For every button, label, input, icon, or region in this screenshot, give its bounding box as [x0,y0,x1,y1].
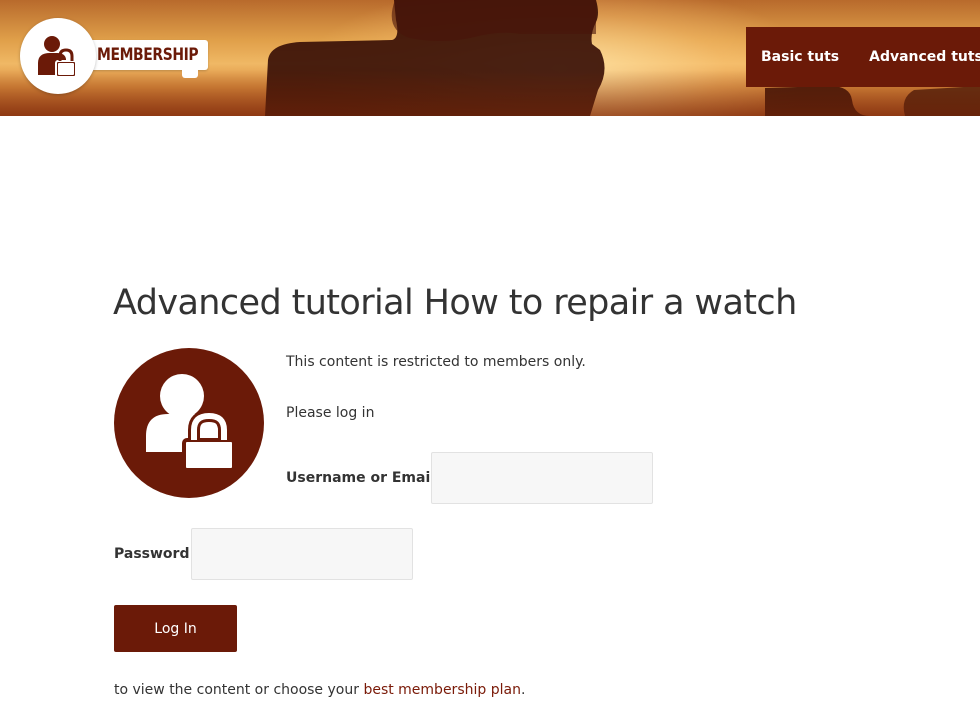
footer-prefix: to view the content or choose your [114,682,364,698]
logo-circle [20,18,96,94]
site-logo[interactable]: MEMBERSHIP [20,18,220,96]
user-lock-icon [146,374,236,472]
username-field[interactable] [431,452,653,504]
password-field[interactable] [191,528,413,580]
restricted-notice: This content is restricted to members on… [286,354,586,370]
login-button[interactable]: Log In [114,605,237,652]
password-label: Password [114,546,190,562]
user-lock-icon [38,36,77,78]
nav-item-advanced-tuts[interactable]: Advanced tuts [869,49,980,65]
footer-text: to view the content or choose your best … [114,682,525,698]
site-header: MEMBERSHIP Basic tuts Advanced tuts [0,0,980,116]
footer-suffix: . [520,682,526,698]
membership-plan-link[interactable]: best membership plan [363,682,521,698]
main-nav: Basic tuts Advanced tuts [746,27,980,87]
username-label: Username or Email [286,470,436,486]
nav-item-basic-tuts[interactable]: Basic tuts [761,49,839,65]
login-prompt: Please log in [286,405,375,421]
page-title: Advanced tutorial How to repair a watch [113,283,797,323]
logo-tag-tab [182,68,198,78]
logo-text: MEMBERSHIP [97,45,199,65]
logo-tag: MEMBERSHIP [80,40,208,78]
restricted-avatar [114,348,264,498]
